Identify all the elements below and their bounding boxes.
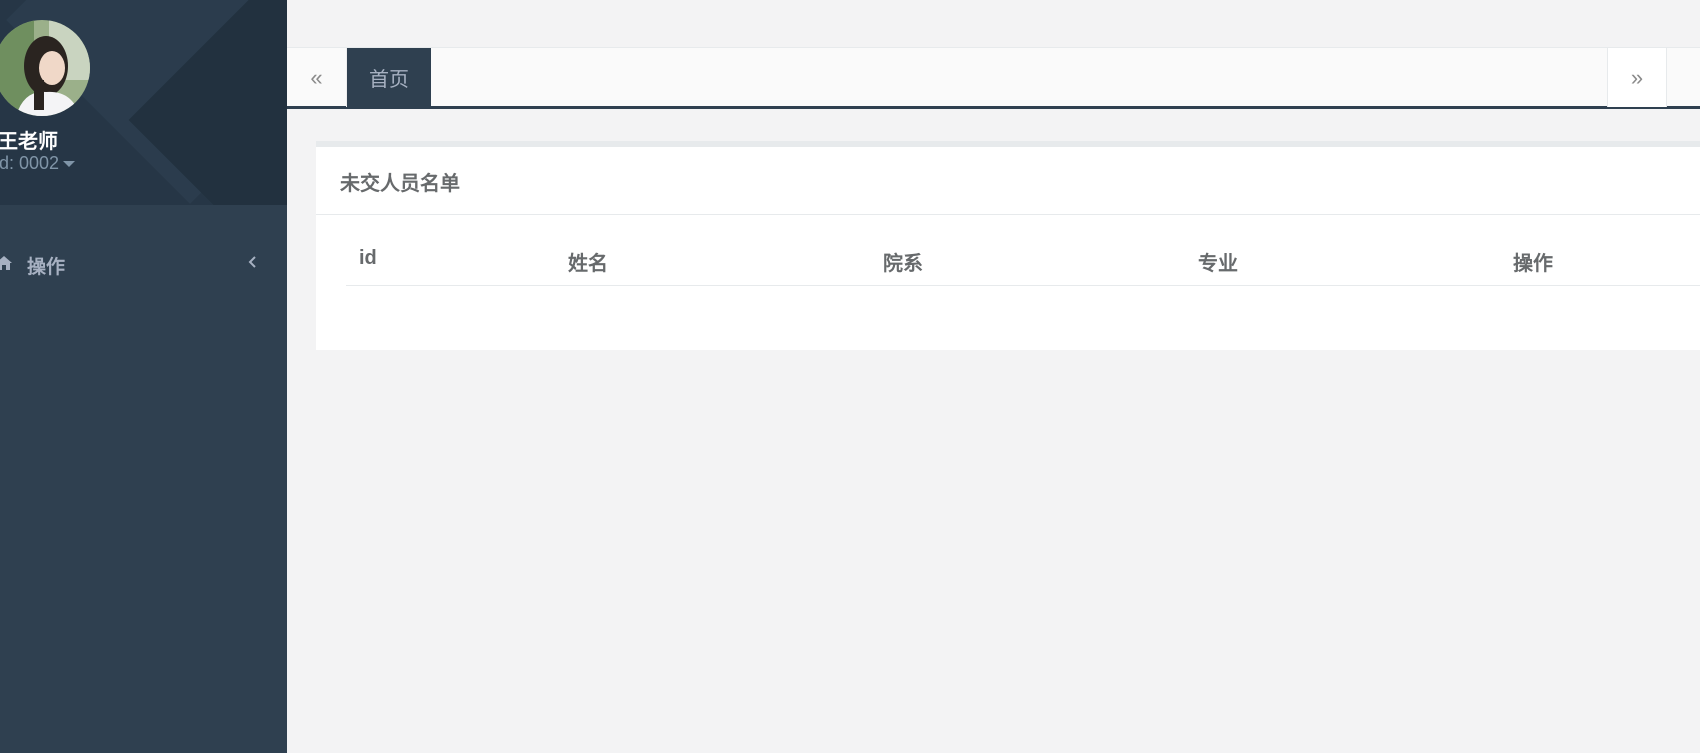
column-header-id[interactable]: id [359,247,377,270]
unsubmitted-list-panel: 未交人员名单 id 姓名 院系 专业 操作 [316,141,1700,350]
user-id-dropdown[interactable]: Id: 0002 [0,153,76,174]
table-header-row: id 姓名 院系 专业 操作 [346,244,1700,286]
profile-header: 王老师 Id: 0002 [0,0,287,205]
user-id-text: Id: 0002 [0,153,60,173]
sidebar-item-operations[interactable]: 操作 [0,243,287,283]
user-name: 王老师 [0,131,58,153]
avatar-image [0,20,90,116]
column-header-actions[interactable]: 操作 [1513,247,1553,276]
column-header-department[interactable]: 院系 [883,247,923,276]
column-header-name[interactable]: 姓名 [568,247,608,276]
tab-home[interactable]: 首页 [347,48,431,107]
tab-bar: « 首页 » [287,47,1700,109]
panel-divider [316,214,1700,215]
sidebar: 王老师 Id: 0002 操作 [0,0,287,753]
home-icon [0,256,12,270]
tab-scroll-right-button[interactable]: » [1607,48,1667,107]
chevron-left-icon [248,255,258,269]
column-header-major[interactable]: 专业 [1198,247,1238,276]
tab-scroll-left-button[interactable]: « [287,48,347,107]
sidebar-item-label: 操作 [27,257,66,278]
panel-title: 未交人员名单 [340,173,460,195]
avatar[interactable] [0,20,90,116]
caret-down-icon [63,160,76,167]
